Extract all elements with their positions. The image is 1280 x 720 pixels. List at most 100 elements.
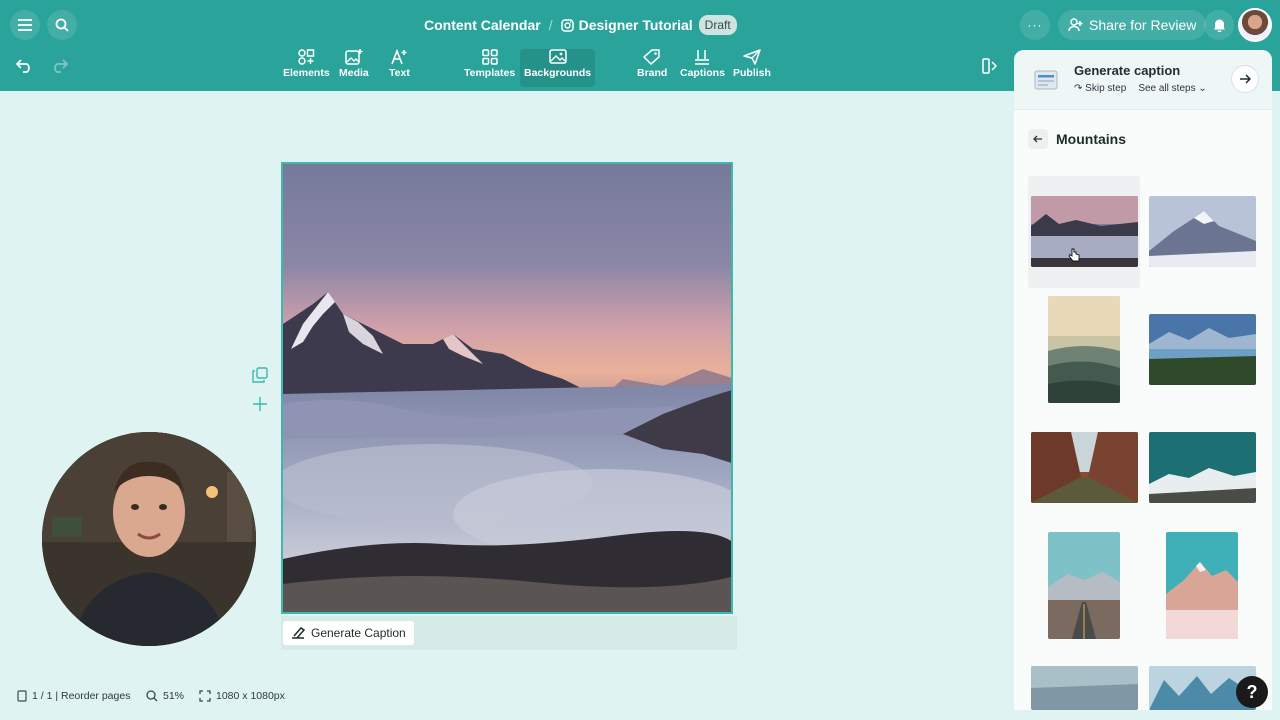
tool-captions[interactable]: Captions (676, 49, 729, 87)
see-all-steps-link[interactable]: See all steps ⌄ (1138, 83, 1206, 94)
breadcrumb: Content Calendar / Designer Tutorial Dra… (424, 14, 737, 36)
search-icon (55, 18, 69, 32)
cursor-hand-icon (1068, 248, 1080, 262)
tool-label: Templates (464, 67, 516, 79)
media-icon (345, 49, 363, 65)
redo-icon[interactable] (50, 59, 68, 73)
skip-step-label: Skip step (1085, 83, 1127, 94)
undo-icon[interactable] (16, 59, 34, 73)
skip-step-link[interactable]: ↷ Skip step (1074, 83, 1126, 94)
share-for-review-button[interactable]: Share for Review (1058, 10, 1207, 40)
tool-label: Text (389, 67, 410, 79)
elements-icon (298, 49, 315, 65)
background-thumbnail[interactable] (1149, 314, 1256, 385)
size-label: 1080 x 1080px (216, 690, 285, 702)
tool-label: Brand (637, 67, 668, 79)
generate-caption-label: Generate Caption (311, 626, 406, 640)
page-indicator[interactable]: 1 / 1 | Reorder pages (17, 686, 130, 706)
background-thumbnail[interactable] (1048, 296, 1120, 403)
help-button[interactable]: ? (1236, 676, 1268, 708)
collapse-panel-icon[interactable] (982, 58, 998, 74)
generate-caption-button[interactable]: Generate Caption (283, 621, 414, 645)
background-thumbnail[interactable] (1166, 532, 1238, 639)
caption-step-icon (1034, 70, 1058, 90)
tool-media[interactable]: Media (335, 49, 373, 87)
duplicate-page-icon[interactable] (252, 367, 268, 383)
instagram-icon (560, 18, 574, 32)
mountain-background-image (283, 164, 731, 612)
search-button[interactable] (47, 10, 77, 40)
section-title: Mountains (1056, 131, 1126, 147)
breadcrumb-current[interactable]: Designer Tutorial (579, 17, 693, 33)
tool-label: Media (339, 67, 369, 79)
background-thumbnail[interactable] (1149, 196, 1256, 267)
chevron-down-icon: ⌄ (1198, 83, 1207, 94)
next-step-button[interactable] (1231, 65, 1259, 93)
magic-pen-icon (292, 627, 305, 639)
avatar[interactable] (1238, 8, 1272, 42)
webcam-overlay (42, 432, 256, 646)
design-canvas[interactable] (281, 162, 733, 614)
tool-label: Publish (733, 67, 771, 79)
publish-icon (743, 49, 761, 65)
breadcrumb-separator: / (548, 17, 553, 33)
background-thumbnail[interactable] (1031, 666, 1138, 710)
thumbnail-image (1166, 532, 1238, 639)
tool-label: Elements (283, 67, 330, 79)
notifications-button[interactable] (1204, 10, 1234, 40)
background-thumbnail[interactable] (1149, 432, 1256, 503)
tool-publish[interactable]: Publish (729, 49, 775, 87)
zoom-control[interactable]: 51% (146, 686, 184, 706)
tool-brand[interactable]: Brand (633, 49, 671, 87)
canvas-size[interactable]: 1080 x 1080px (199, 686, 285, 706)
step-title: Generate caption (1074, 63, 1181, 78)
thumbnail-image (1048, 296, 1120, 403)
captions-icon (695, 50, 710, 65)
resize-icon (199, 690, 211, 702)
backgrounds-panel: Generate caption ↷ Skip step See all ste… (1014, 50, 1272, 710)
presenter-image (42, 432, 256, 646)
zoom-icon (146, 690, 158, 702)
pages-label: 1 / 1 | Reorder pages (32, 690, 131, 702)
see-all-label: See all steps (1138, 83, 1196, 94)
brand-icon (643, 49, 660, 65)
arrow-right-icon (1240, 74, 1251, 84)
tool-label: Backgrounds (524, 67, 592, 79)
background-thumbnail[interactable] (1048, 532, 1120, 639)
help-icon: ? (1246, 681, 1258, 702)
add-user-icon (1068, 18, 1083, 32)
tool-backgrounds[interactable]: Backgrounds (520, 49, 596, 87)
text-icon (391, 49, 407, 65)
thumbnail-image (1031, 666, 1138, 710)
back-button[interactable] (1028, 129, 1048, 149)
background-thumbnail[interactable] (1031, 432, 1138, 503)
thumbnail-image (1149, 196, 1256, 267)
more-icon: ··· (1027, 18, 1043, 32)
templates-icon (481, 49, 498, 65)
tool-templates[interactable]: Templates (460, 49, 519, 87)
share-label: Share for Review (1089, 17, 1197, 33)
hamburger-icon (18, 19, 32, 31)
bell-icon (1213, 19, 1225, 32)
top-bar: Content Calendar / Designer Tutorial Dra… (0, 0, 1280, 49)
thumbnail-image (1031, 432, 1138, 503)
menu-button[interactable] (10, 10, 40, 40)
background-thumbnail[interactable] (1031, 196, 1138, 267)
add-page-icon[interactable] (252, 396, 268, 412)
zoom-label: 51% (163, 690, 185, 702)
breadcrumb-parent[interactable]: Content Calendar (424, 17, 541, 33)
status-badge: Draft (698, 15, 737, 35)
thumbnail-image (1031, 196, 1138, 267)
more-options-button[interactable]: ··· (1020, 10, 1050, 40)
tool-text[interactable]: Text (385, 49, 414, 87)
guided-step-card: Generate caption ↷ Skip step See all ste… (1014, 50, 1272, 110)
thumbnail-image (1149, 314, 1256, 385)
arrow-left-icon (1033, 135, 1042, 143)
thumbnail-image (1149, 432, 1256, 503)
page-icon (17, 690, 27, 702)
step-links: ↷ Skip step See all steps ⌄ (1074, 83, 1207, 94)
tool-elements[interactable]: Elements (279, 49, 334, 87)
backgrounds-icon (548, 49, 567, 64)
tool-label: Captions (680, 67, 725, 79)
thumbnail-image (1048, 532, 1120, 639)
